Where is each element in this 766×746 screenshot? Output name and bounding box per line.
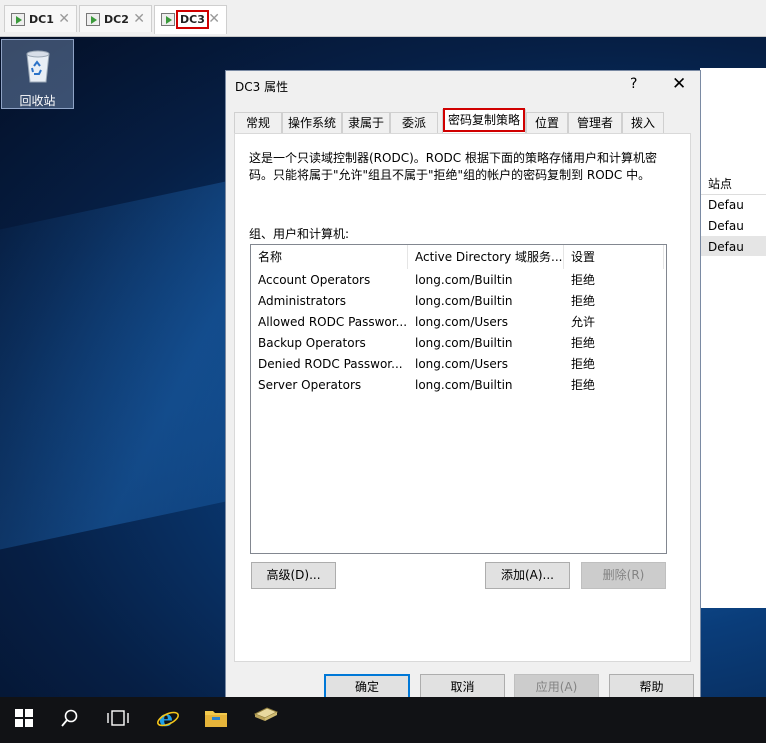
row-location: long.com/Builtin [415,378,513,392]
list-header: 名称 Active Directory 域服务... 设置 [251,245,666,269]
row-name: Backup Operators [258,336,366,350]
add-button[interactable]: 添加(A)... [485,562,570,589]
vm-icon [86,13,100,26]
close-icon[interactable]: ✕ [672,74,686,94]
row-location: long.com/Builtin [415,336,513,350]
vm-tab-label: DC3 [176,10,209,29]
table-row[interactable]: Backup Operators long.com/Builtin 拒绝 [251,333,666,354]
file-explorer-icon[interactable] [192,697,240,740]
vm-tab-bar: DC1 ✕ DC2 ✕ DC3 ✕ [0,0,766,37]
tab-location[interactable]: 位置 [526,112,568,133]
row-location: long.com/Builtin [415,273,513,287]
background-column-header: 站点 [708,177,733,191]
background-row: Defau [708,240,744,254]
tab-general[interactable]: 常规 [234,112,282,133]
background-row: Defau [708,198,744,212]
server-manager-icon[interactable] [242,697,290,740]
recycle-bin-label: 回收站 [19,94,56,108]
tab-managed-by[interactable]: 管理者 [568,112,622,133]
row-name: Server Operators [258,378,362,392]
recycle-bin[interactable]: 回收站 [1,39,74,109]
list-label: 组、用户和计算机: [249,227,350,241]
policy-description: 这是一个只读域控制器(RODC)。RODC 根据下面的策略存储用户和计算机密码。… [249,151,657,182]
internet-explorer-icon[interactable]: e [144,697,192,740]
column-header-name[interactable]: 名称 [251,245,408,269]
dialog-title: DC3 属性 [235,80,289,94]
close-icon[interactable]: ✕ [133,11,145,27]
table-row[interactable]: Allowed RODC Passwor... long.com/Users 允… [251,312,666,333]
tab-member-of[interactable]: 隶属于 [342,112,390,133]
row-location: long.com/Users [415,315,508,329]
close-icon[interactable]: ✕ [58,11,70,27]
advanced-button[interactable]: 高级(D)... [251,562,336,589]
vm-tab-label: DC1 [29,13,54,26]
close-icon[interactable]: ✕ [208,11,220,27]
column-header-setting[interactable]: 设置 [564,245,664,269]
background-window: 站点 Defau Defau Defau [700,68,766,608]
search-icon[interactable] [46,697,94,740]
principals-list[interactable]: 名称 Active Directory 域服务... 设置 Account Op… [250,244,667,554]
table-row[interactable]: Administrators long.com/Builtin 拒绝 [251,291,666,312]
row-name: Administrators [258,294,347,308]
table-row[interactable]: Account Operators long.com/Builtin 拒绝 [251,270,666,291]
vm-icon [161,13,175,26]
background-row: Defau [708,219,744,233]
row-name: Denied RODC Passwor... [258,357,403,371]
row-setting: 允许 [571,315,596,329]
help-icon[interactable]: ? [630,76,637,92]
recycle-bin-icon [26,50,50,83]
windows-start-icon[interactable] [0,697,48,740]
taskbar: e [0,697,766,743]
task-view-icon[interactable] [94,697,142,740]
vm-tab-dc1[interactable]: DC1 ✕ [4,5,77,32]
column-header-location[interactable]: Active Directory 域服务... [408,245,564,269]
row-location: long.com/Builtin [415,294,513,308]
row-name: Account Operators [258,273,371,287]
row-setting: 拒绝 [571,273,596,287]
row-setting: 拒绝 [571,378,596,392]
tab-delegation[interactable]: 委派 [390,112,438,133]
remove-button[interactable]: 删除(R) [581,562,666,589]
tab-password-replication-policy[interactable]: 密码复制策略 [442,108,526,134]
tab-panel: 这是一个只读域控制器(RODC)。RODC 根据下面的策略存储用户和计算机密码。… [234,133,691,662]
tab-operating-system[interactable]: 操作系统 [282,112,342,133]
vm-tab-dc3[interactable]: DC3 ✕ [154,5,227,34]
table-row[interactable]: Server Operators long.com/Builtin 拒绝 [251,375,666,396]
row-setting: 拒绝 [571,357,596,371]
row-name: Allowed RODC Passwor... [258,315,408,329]
row-setting: 拒绝 [571,336,596,350]
vm-icon [11,13,25,26]
row-setting: 拒绝 [571,294,596,308]
properties-dialog: DC3 属性 ? ✕ 常规 操作系统 隶属于 委派 密码复制策略 位置 管理者 … [225,70,701,701]
vm-tab-dc2[interactable]: DC2 ✕ [79,5,152,32]
row-location: long.com/Users [415,357,508,371]
vm-tab-label: DC2 [104,13,129,26]
table-row[interactable]: Denied RODC Passwor... long.com/Users 拒绝 [251,354,666,375]
tab-dial-in[interactable]: 拨入 [622,112,664,133]
